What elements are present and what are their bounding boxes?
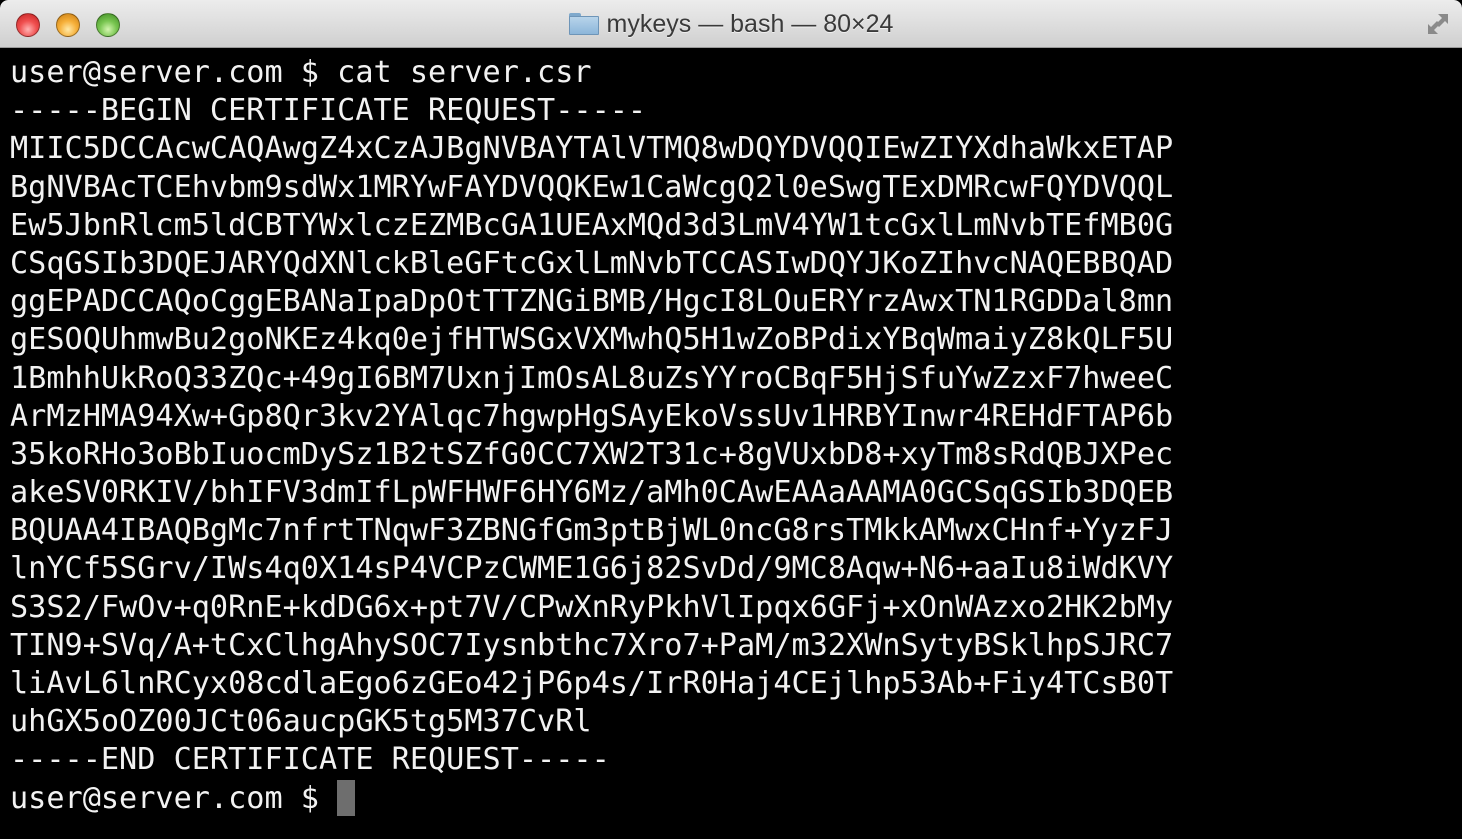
terminal-window: mykeys — bash — 80×24 user@server.com $ …	[0, 0, 1462, 839]
text-cursor	[337, 779, 356, 816]
command-line: user@server.com $ cat server.csr	[10, 55, 592, 90]
window-title: mykeys — bash — 80×24	[0, 0, 1462, 48]
folder-icon	[568, 13, 599, 35]
fullscreen-arrows-icon[interactable]	[1424, 10, 1452, 38]
csr-body-line: Ew5JbnRlcm5ldCBTYWxlczEZMBcGA1UEAxMQd3d3…	[10, 207, 1174, 243]
title-bar[interactable]: mykeys — bash — 80×24	[0, 0, 1462, 48]
csr-body: MIIC5DCCAcwCAQAwgZ4xCzAJBgNVBAYTAlVTMQ8w…	[10, 130, 1462, 741]
csr-body-line: 1BmhhUkRoQ33ZQc+49gI6BM7UxnjImOsAL8uZsYY…	[10, 360, 1174, 396]
csr-body-line: BQUAA4IBAQBgMc7nfrtTNqwF3ZBNGfGm3ptBjWL0…	[10, 513, 1174, 549]
csr-body-line: 35koRHo3oBbIuocmDySz1B2tSZfG0CC7XW2T31c+…	[10, 436, 1174, 472]
prompt: user@server.com $	[10, 780, 338, 816]
csr-body-line: CSqGSIb3DQEJARYQdXNlckBleGFtcGxlLmNvbTCC…	[10, 245, 1174, 281]
csr-body-line: akeSV0RKIV/bhIFV3dmIfLpWFHWF6HY6Mz/aMh0C…	[10, 475, 1174, 511]
csr-body-line: liAvL6lnRCyx08cdlaEgo6zGEo42jP6p4s/IrR0H…	[10, 666, 1174, 701]
csr-body-line: TIN9+SVq/A+tCxClhgAhySOC7Iysnbthc7Xro7+P…	[10, 627, 1174, 663]
terminal-output[interactable]: user@server.com $ cat server.csr -----BE…	[0, 48, 1462, 839]
csr-end-marker: -----END CERTIFICATE REQUEST-----	[10, 742, 610, 778]
csr-begin-marker: -----BEGIN CERTIFICATE REQUEST-----	[10, 93, 647, 129]
csr-body-line: uhGX5oOZ00JCt06aucpGK5tg5M37CvRl	[10, 704, 592, 740]
csr-body-line: gESOQUhmwBu2goNKEz4kq0ejfHTWSGxVXMwhQ5H1…	[10, 322, 1174, 358]
csr-body-line: lnYCf5SGrv/IWs4q0X14sP4VCPzCWME1G6j82SvD…	[10, 551, 1174, 587]
csr-body-line: S3S2/FwOv+q0RnE+kdDG6x+pt7V/CPwXnRyPkhVl…	[10, 589, 1174, 625]
csr-body-line: MIIC5DCCAcwCAQAwgZ4xCzAJBgNVBAYTAlVTMQ8w…	[10, 131, 1174, 167]
prompt-line[interactable]: user@server.com $	[10, 779, 1462, 818]
csr-body-line: BgNVBAcTCEhvbm9sdWx1MRYwFAYDVQQKEw1CaWcg…	[10, 169, 1174, 205]
window-title-text: mykeys — bash — 80×24	[606, 9, 894, 38]
csr-body-line: ArMzHMA94Xw+Gp8Qr3kv2YAlqc7hgwpHgSAyEkoV…	[10, 398, 1174, 434]
csr-body-line: ggEPADCCAQoCggEBANaIpaDpOtTTZNGiBMB/HgcI…	[10, 284, 1174, 320]
